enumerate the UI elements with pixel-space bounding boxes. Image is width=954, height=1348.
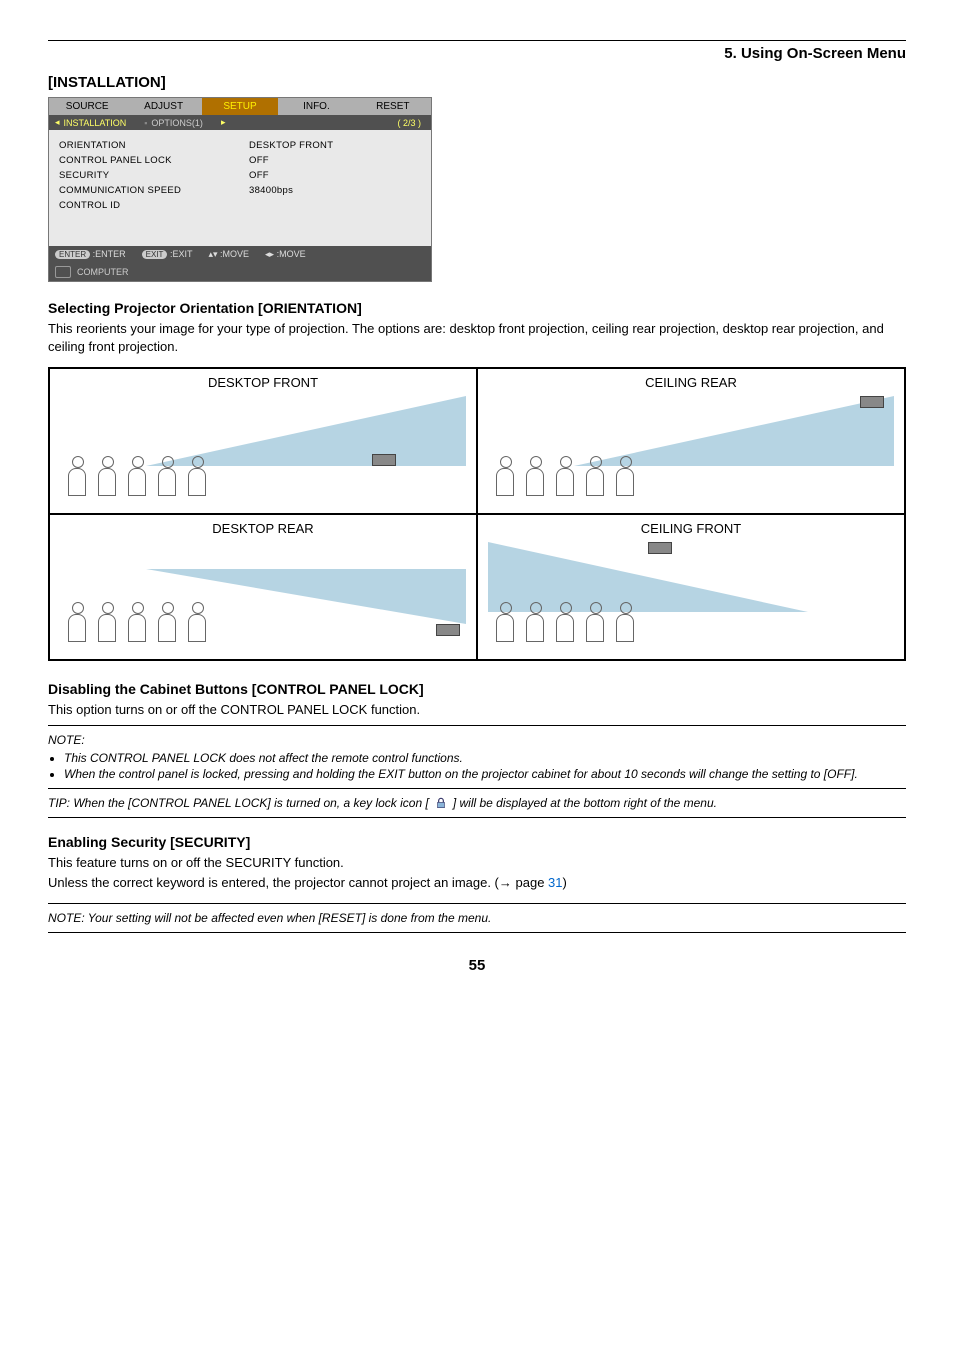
cpl-heading: Disabling the Cabinet Buttons [CONTROL P… bbox=[48, 681, 906, 697]
orient-ceiling-front-label: CEILING FRONT bbox=[488, 521, 894, 536]
orient-ceiling-rear-label: CEILING REAR bbox=[488, 375, 894, 390]
lock-icon bbox=[433, 795, 449, 811]
person-icon bbox=[584, 602, 608, 642]
security-body2: Unless the correct keyword is entered, t… bbox=[48, 874, 906, 892]
cpl-tip-post: ] will be displayed at the bottom right … bbox=[453, 796, 717, 810]
tab-source: SOURCE bbox=[49, 98, 125, 115]
menu-item-label: CONTROL ID bbox=[59, 200, 249, 211]
person-icon bbox=[554, 602, 578, 642]
cpl-note-2: When the control panel is locked, pressi… bbox=[64, 766, 906, 782]
security-body1: This feature turns on or off the SECURIT… bbox=[48, 854, 906, 872]
person-icon bbox=[156, 456, 180, 496]
menu-item-label: CONTROL PANEL LOCK bbox=[59, 155, 249, 166]
security-heading: Enabling Security [SECURITY] bbox=[48, 834, 906, 850]
menu-item-value: OFF bbox=[249, 155, 269, 166]
subtab-installation: INSTALLATION bbox=[64, 118, 127, 128]
person-icon bbox=[156, 602, 180, 642]
person-icon bbox=[96, 602, 120, 642]
tab-setup: SETUP bbox=[202, 98, 278, 115]
person-icon bbox=[66, 456, 90, 496]
orientation-body: This reorients your image for your type … bbox=[48, 320, 906, 355]
orient-desktop-rear-label: DESKTOP REAR bbox=[60, 521, 466, 536]
person-icon bbox=[614, 602, 638, 642]
projector-icon bbox=[648, 542, 672, 554]
person-icon bbox=[186, 456, 210, 496]
subtab-pager: ( 2/3 ) bbox=[393, 118, 425, 128]
move-horizontal: ◂▸ :MOVE bbox=[265, 249, 306, 260]
menu-item-value: OFF bbox=[249, 170, 269, 181]
page-link-31[interactable]: 31 bbox=[548, 875, 562, 890]
enter-pill: ENTER bbox=[55, 250, 90, 259]
person-icon bbox=[524, 602, 548, 642]
tab-reset: RESET bbox=[355, 98, 431, 115]
subtab-options1: OPTIONS(1) bbox=[151, 118, 203, 128]
osd-menu-screenshot: SOURCE ADJUST SETUP INFO. RESET ◂ INSTAL… bbox=[48, 97, 432, 282]
cpl-body: This option turns on or off the CONTROL … bbox=[48, 701, 906, 719]
projector-icon bbox=[372, 454, 396, 466]
projector-icon bbox=[436, 624, 460, 636]
note-label: NOTE: bbox=[48, 732, 906, 748]
cpl-tip-pre: TIP: When the [CONTROL PANEL LOCK] is tu… bbox=[48, 796, 429, 810]
subtab-arrow-left: ◂ bbox=[55, 117, 60, 128]
cpl-note-1: This CONTROL PANEL LOCK does not affect … bbox=[64, 750, 906, 766]
person-icon bbox=[614, 456, 638, 496]
source-label: COMPUTER bbox=[77, 267, 129, 277]
move-vertical: ▴▾ :MOVE bbox=[208, 249, 249, 260]
menu-item-label: SECURITY bbox=[59, 170, 249, 181]
menu-item-label: ORIENTATION bbox=[59, 140, 249, 151]
projector-icon bbox=[860, 396, 884, 408]
security-note: NOTE: Your setting will not be affected … bbox=[48, 910, 906, 926]
menu-item-value: 38400bps bbox=[249, 185, 293, 196]
person-icon bbox=[126, 456, 150, 496]
section-heading: [INSTALLATION] bbox=[48, 74, 906, 91]
person-icon bbox=[126, 602, 150, 642]
chapter-title: 5. Using On-Screen Menu bbox=[48, 45, 906, 62]
page-number: 55 bbox=[48, 957, 906, 974]
orientation-heading: Selecting Projector Orientation [ORIENTA… bbox=[48, 300, 906, 316]
orientation-diagram-grid: DESKTOP FRONT CEILING REAR bbox=[48, 367, 906, 661]
source-icon bbox=[55, 266, 71, 278]
person-icon bbox=[494, 456, 518, 496]
orient-desktop-front-label: DESKTOP FRONT bbox=[60, 375, 466, 390]
exit-pill: EXIT bbox=[142, 250, 168, 259]
person-icon bbox=[584, 456, 608, 496]
tab-adjust: ADJUST bbox=[125, 98, 201, 115]
person-icon bbox=[96, 456, 120, 496]
menu-item-value: DESKTOP FRONT bbox=[249, 140, 333, 151]
person-icon bbox=[494, 602, 518, 642]
tab-info: INFO. bbox=[278, 98, 354, 115]
person-icon bbox=[524, 456, 548, 496]
person-icon bbox=[66, 602, 90, 642]
subtab-arrow-right: ▸ bbox=[221, 117, 226, 128]
menu-item-label: COMMUNICATION SPEED bbox=[59, 185, 249, 196]
person-icon bbox=[554, 456, 578, 496]
person-icon bbox=[186, 602, 210, 642]
